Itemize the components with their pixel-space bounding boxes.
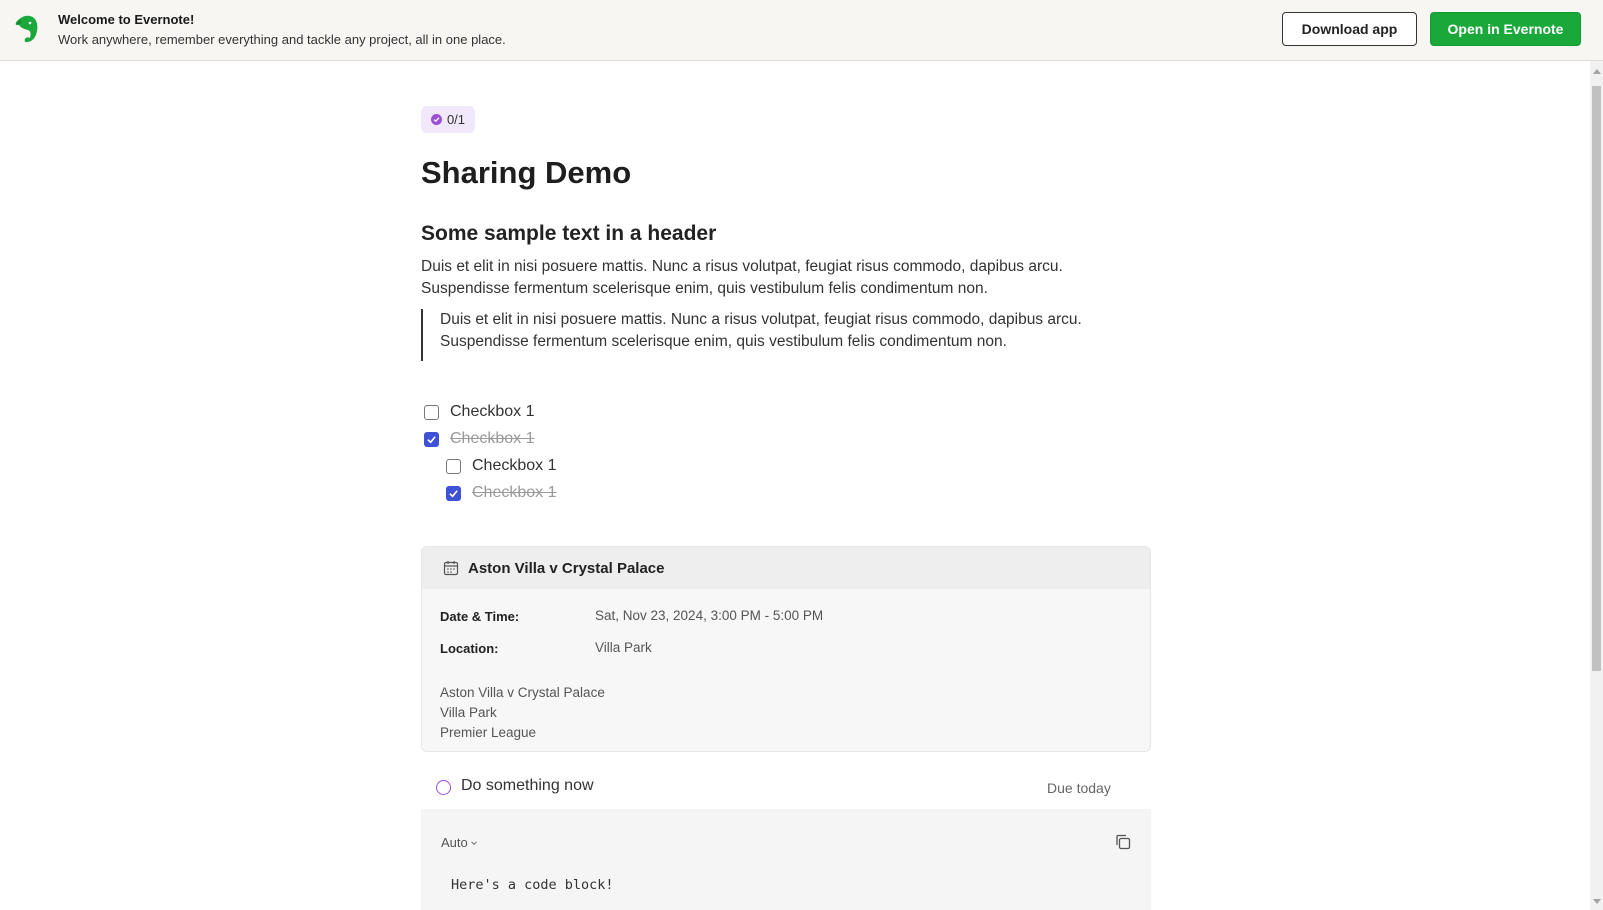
task-due-date[interactable]: Due today — [1047, 780, 1111, 796]
task-counter-badge[interactable]: 0/1 — [421, 106, 475, 133]
task-counter-text: 0/1 — [446, 112, 466, 127]
task-check-icon — [430, 114, 442, 125]
task-text[interactable]: Do something now — [461, 777, 594, 795]
note-header: Some sample text in a header — [421, 222, 717, 245]
date-time-value: Sat, Nov 23, 2024, 3:00 PM - 5:00 PM — [595, 608, 824, 623]
event-title: Aston Villa v Crystal Palace — [468, 559, 665, 577]
scrollbar[interactable] — [1590, 61, 1603, 910]
scrollbar-thumb[interactable] — [1592, 86, 1601, 671]
event-description-line: Villa Park — [440, 705, 497, 720]
checklist-item[interactable]: Checkbox 1 — [424, 430, 535, 448]
location-label: Location: — [440, 641, 499, 656]
welcome-subtitle: Work anywhere, remember everything and t… — [58, 32, 506, 47]
quote-line: Duis et elit in nisi posuere mattis. Nun… — [440, 311, 1082, 328]
checklist-item-label: Checkbox 1 — [472, 484, 557, 501]
copy-icon[interactable] — [1114, 833, 1132, 851]
welcome-title: Welcome to Evernote! — [58, 12, 195, 27]
paragraph-line: Suspendisse fermentum scelerisque enim, … — [421, 280, 988, 297]
task-complete-toggle[interactable] — [436, 780, 451, 795]
checklist-item[interactable]: Checkbox 1 — [424, 403, 535, 421]
date-time-label: Date & Time: — [440, 609, 520, 624]
checkbox-checked[interactable] — [424, 431, 439, 447]
check-icon — [427, 435, 436, 443]
check-icon — [449, 489, 458, 497]
event-description-line: Aston Villa v Crystal Palace — [440, 685, 605, 700]
chevron-down-icon — [470, 840, 477, 845]
code-content[interactable]: Here's a code block! — [451, 877, 614, 893]
welcome-banner: Welcome to Evernote! Work anywhere, reme… — [0, 0, 1603, 61]
blockquote: Duis et elit in nisi posuere mattis. Nun… — [421, 309, 1121, 361]
checklist-item[interactable]: Checkbox 1 — [446, 457, 557, 475]
event-description-line: Premier League — [440, 725, 537, 740]
event-description: Aston Villa v Crystal Palace Villa Park … — [440, 683, 605, 743]
checklist-item[interactable]: Checkbox 1 — [446, 484, 557, 502]
download-app-button[interactable]: Download app — [1282, 12, 1417, 46]
scroll-down-arrow-icon[interactable] — [1593, 899, 1601, 904]
code-block[interactable]: Auto Here's a code block! — [421, 809, 1151, 910]
paragraph-line: Duis et elit in nisi posuere mattis. Nun… — [421, 258, 1063, 275]
checkbox[interactable] — [446, 458, 461, 474]
calendar-event-card[interactable]: Aston Villa v Crystal Palace Date & Time… — [421, 546, 1151, 752]
open-in-evernote-button[interactable]: Open in Evernote — [1430, 12, 1581, 46]
checkbox-checked[interactable] — [446, 485, 461, 501]
evernote-logo — [15, 15, 38, 43]
note-paragraph: Duis et elit in nisi posuere mattis. Nun… — [421, 256, 1121, 300]
code-language-label: Auto — [441, 835, 468, 850]
task-item[interactable]: Do something now Due today — [421, 774, 1151, 814]
checklist-item-label: Checkbox 1 — [472, 457, 557, 474]
checklist-item-label: Checkbox 1 — [450, 430, 535, 447]
event-header: Aston Villa v Crystal Palace — [422, 547, 1150, 589]
calendar-icon — [443, 561, 459, 576]
quote-line: Suspendisse fermentum scelerisque enim, … — [440, 333, 1007, 350]
location-value: Villa Park — [595, 640, 652, 655]
checkbox[interactable] — [424, 404, 439, 420]
checklist-item-label: Checkbox 1 — [450, 403, 535, 420]
scroll-up-arrow-icon[interactable] — [1593, 69, 1601, 74]
note-title: Sharing Demo — [421, 155, 632, 190]
code-language-select[interactable]: Auto — [441, 835, 478, 850]
